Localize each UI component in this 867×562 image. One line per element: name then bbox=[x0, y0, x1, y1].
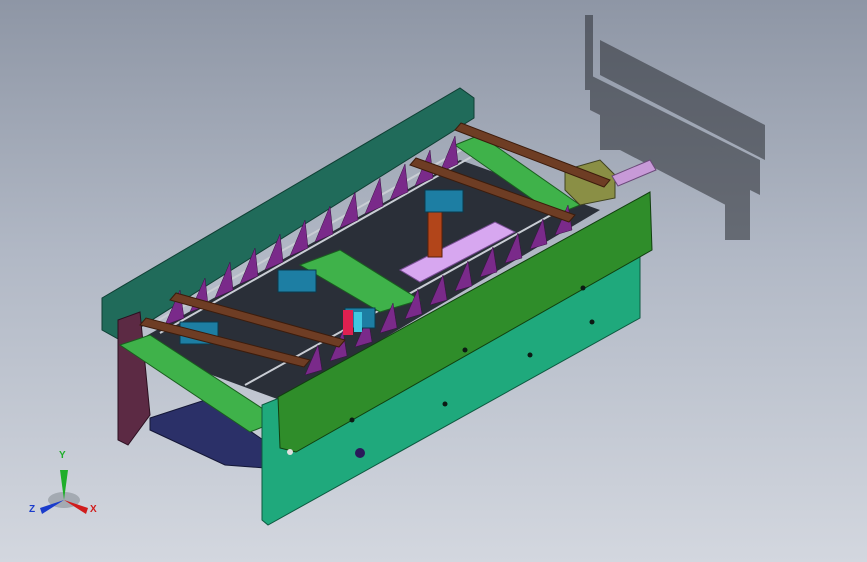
left-end-panel[interactable] bbox=[117, 311, 151, 446]
assembly-model[interactable] bbox=[0, 0, 867, 562]
slider-markers bbox=[343, 310, 362, 335]
x-axis-label: X bbox=[90, 504, 97, 515]
z-axis-label: Z bbox=[29, 504, 36, 515]
ghost-preview bbox=[585, 15, 765, 240]
view-triad[interactable]: Y X Z bbox=[22, 448, 102, 523]
graphics-viewport[interactable]: Y X Z bbox=[0, 0, 867, 562]
y-axis-label: Y bbox=[59, 450, 66, 461]
vertical-post[interactable] bbox=[427, 211, 443, 258]
